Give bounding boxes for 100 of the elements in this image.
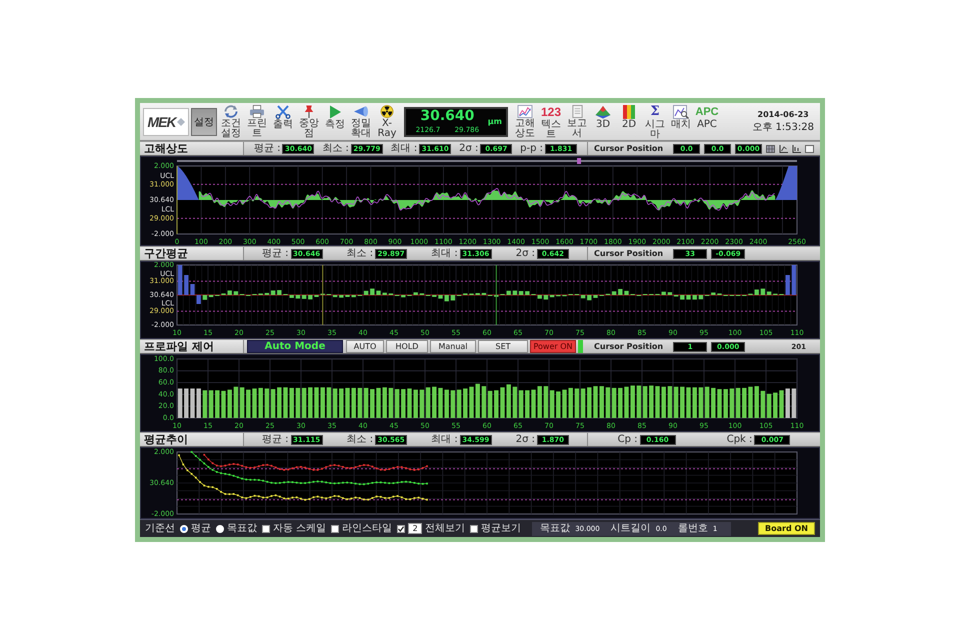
edge-deviation-bar: [786, 275, 790, 295]
deviation-bar: [754, 290, 759, 295]
deviation-bar: [538, 295, 542, 299]
panel-title: 프로파일 제어: [140, 340, 244, 353]
deviation-bar: [506, 290, 511, 295]
option-label: 목표값: [227, 523, 257, 534]
checkbox[interactable]: [262, 524, 270, 532]
edge-deviation-bar: [792, 265, 796, 295]
chart-search-icon: [673, 105, 689, 119]
deviation-bar: [438, 295, 443, 299]
control-button[interactable]: Manual: [430, 340, 476, 353]
digits-symbol: 123: [540, 105, 562, 119]
scroll-track[interactable]: [177, 160, 797, 162]
sigma-symbol: Σ: [650, 105, 660, 119]
profile-bar: [792, 388, 796, 418]
cursor-label: Cursor Position: [594, 342, 664, 351]
stat-label: 최소 :: [346, 248, 374, 259]
deviation-bar: [339, 295, 344, 298]
deviation-bar: [624, 290, 629, 295]
tool-button[interactable]: 보고서: [565, 104, 589, 139]
tool-button[interactable]: 정밀확대: [349, 104, 373, 139]
diamond-icon: [176, 118, 185, 126]
option-label: 평균보기: [481, 523, 522, 534]
tool-button[interactable]: 프린트: [245, 104, 269, 139]
deviation-bar: [414, 292, 418, 295]
edge-area: [177, 166, 199, 200]
deviation-bar: [290, 295, 294, 298]
tool-button[interactable]: 조건설정: [219, 104, 243, 139]
control-button[interactable]: SET: [478, 340, 528, 353]
reading-label: 목표값: [540, 523, 570, 534]
stat-label: 평균 :: [262, 434, 289, 445]
radio-button[interactable]: [216, 524, 224, 532]
mode-display: Auto Mode: [247, 340, 343, 353]
panel-title: 평균추이: [140, 433, 244, 446]
edge-deviation-bar: [196, 295, 201, 304]
deviation-bar: [382, 292, 387, 295]
tool-button[interactable]: Σ 시그마: [643, 104, 667, 139]
stat-label: Cpk :: [726, 434, 752, 445]
stat-label: 최대 :: [390, 143, 418, 154]
axis-icon[interactable]: [778, 144, 788, 152]
stat-label: 최대 :: [431, 248, 458, 259]
radiation-icon: [380, 105, 394, 118]
edge-deviation-bar: [184, 275, 188, 295]
checkbox[interactable]: [397, 524, 406, 532]
checkbox[interactable]: [331, 524, 340, 532]
tool-button[interactable]: 2D: [617, 104, 641, 139]
option-label: 전체보기: [425, 523, 466, 534]
tool-button[interactable]: X-Ray: [375, 104, 399, 139]
control-button[interactable]: AUTO: [346, 340, 384, 353]
stat-label: 2σ :: [516, 434, 535, 445]
mode-button[interactable]: 설정: [191, 108, 217, 136]
stat-label: 평균 :: [262, 248, 289, 259]
radio-button[interactable]: [180, 524, 188, 532]
stat-label: Cp :: [618, 434, 638, 445]
control-button[interactable]: HOLD: [386, 340, 428, 353]
document-icon: [572, 105, 582, 118]
printer-icon: [249, 105, 265, 118]
scissors-icon: [275, 105, 291, 119]
tool-button[interactable]: 매치: [669, 104, 693, 139]
checkbox[interactable]: [804, 144, 814, 152]
baseline-label: 기준선: [145, 523, 175, 534]
apc-symbol: APC: [695, 105, 719, 119]
checkbox[interactable]: [470, 524, 478, 532]
tool-button[interactable]: 출력: [271, 104, 295, 139]
stat-label: 최소 :: [322, 143, 349, 154]
time-text: 오후 1:53:28: [752, 120, 814, 134]
grid-icon[interactable]: [766, 144, 775, 152]
deviation-bar: [370, 288, 374, 295]
cursor-line[interactable]: [322, 264, 324, 326]
tool-button[interactable]: 3D: [591, 104, 615, 139]
stat-label: 평균 :: [254, 143, 280, 154]
tool-button[interactable]: APC APC: [695, 104, 719, 139]
axis-icon[interactable]: [792, 144, 801, 152]
surface-plot-icon: [595, 105, 611, 119]
axis-line: [176, 166, 178, 234]
panel-title: 구간평균: [140, 247, 244, 260]
board-button[interactable]: Board ON: [758, 522, 815, 535]
deviation-bar: [711, 292, 716, 295]
deviation-bar: [662, 292, 666, 295]
deviation-bar: [228, 290, 232, 295]
reading-label: 롤번호: [678, 523, 708, 534]
control-button[interactable]: Power ON: [530, 340, 576, 353]
deviation-bar: [352, 295, 356, 298]
play-icon: [330, 105, 340, 119]
cursor-handle[interactable]: [577, 158, 582, 164]
edge-area: [775, 166, 797, 200]
pin-icon: [303, 105, 315, 118]
edge-deviation-bar: [190, 284, 195, 295]
tool-button[interactable]: 123 텍스트: [539, 104, 563, 139]
cursor-line[interactable]: [496, 264, 497, 326]
tool-button[interactable]: 측정: [323, 104, 347, 139]
number-field[interactable]: 2: [408, 523, 422, 534]
tool-button[interactable]: 중앙점: [297, 104, 321, 139]
deviation-bar: [680, 295, 684, 300]
deviation-bar: [593, 295, 598, 298]
stat-label: 최소 :: [346, 434, 374, 445]
deviation-bar: [376, 290, 381, 295]
tool-button[interactable]: 고해상도: [513, 104, 537, 139]
cone-icon: [353, 105, 369, 118]
stat-label: 최대 :: [431, 434, 458, 445]
